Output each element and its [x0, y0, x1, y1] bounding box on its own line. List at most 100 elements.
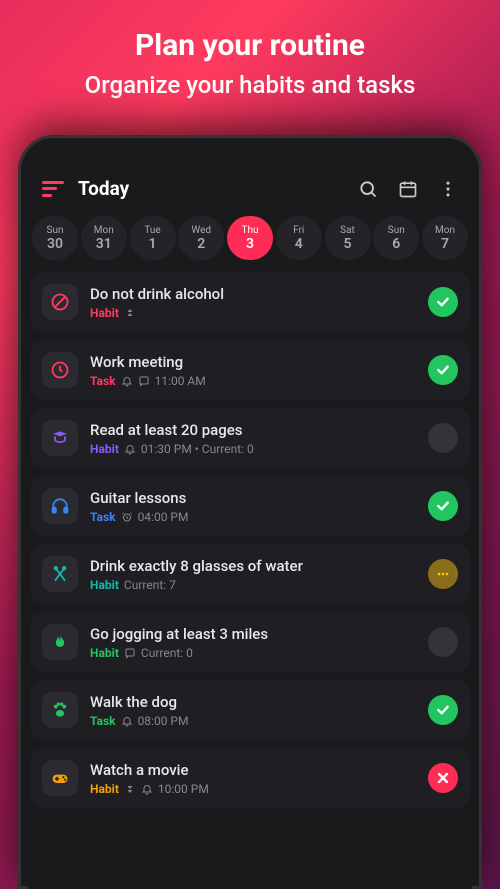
item-meta-text: Current: 7 [124, 578, 176, 592]
item-type-label: Habit [90, 442, 119, 456]
item-body: Work meeting Task11:00 AM [90, 353, 428, 388]
item-type-label: Habit [90, 578, 119, 592]
search-icon[interactable] [358, 179, 378, 199]
item-meta: Habit Current: 0 [90, 646, 428, 660]
forbidden-icon [42, 284, 78, 320]
list-item[interactable]: Walk the dog Task 08:00 PM [30, 680, 470, 740]
item-body: Read at least 20 pages Habit 01:30 PM • Cu… [90, 421, 428, 456]
date-cell[interactable]: Fri4 [276, 216, 322, 260]
item-meta-text: 11:00 AM [155, 374, 206, 388]
status-badge[interactable] [428, 559, 458, 589]
date-cell[interactable]: Sun30 [32, 216, 78, 260]
item-title: Walk the dog [90, 693, 428, 711]
date-num: 7 [441, 236, 449, 252]
date-cell[interactable]: Mon7 [422, 216, 468, 260]
item-title: Do not drink alcohol [90, 285, 428, 303]
item-title: Read at least 20 pages [90, 421, 428, 439]
date-cell[interactable]: Sun6 [373, 216, 419, 260]
page-title: Today [78, 177, 129, 200]
item-meta: Habit 01:30 PM • Current: 0 [90, 442, 428, 456]
promo-subtitle: Organize your habits and tasks [0, 71, 500, 99]
date-cell[interactable]: Sat5 [325, 216, 371, 260]
date-dow: Sat [340, 225, 355, 236]
status-badge[interactable] [428, 491, 458, 521]
status-badge[interactable] [428, 695, 458, 725]
item-meta-text: Current: 0 [141, 646, 193, 660]
more-icon[interactable] [438, 179, 458, 199]
clock-icon [42, 352, 78, 388]
item-meta-text: 08:00 PM [138, 714, 189, 728]
headphones-icon [42, 488, 78, 524]
paw-icon [42, 692, 78, 728]
item-meta: Habit Current: 7 [90, 578, 428, 592]
list-item[interactable]: Read at least 20 pages Habit 01:30 PM • Cu… [30, 408, 470, 468]
date-num: 3 [246, 236, 254, 252]
list-item[interactable]: Do not drink alcohol Habit [30, 272, 470, 332]
item-meta: Task11:00 AM [90, 374, 428, 388]
item-title: Guitar lessons [90, 489, 428, 507]
bell-icon [124, 443, 136, 455]
item-meta-text: 04:00 PM [138, 510, 189, 524]
date-dow: Wed [191, 225, 211, 236]
item-title: Go jogging at least 3 miles [90, 625, 428, 643]
item-body: Do not drink alcohol Habit [90, 285, 428, 320]
calendar-icon[interactable] [398, 179, 418, 199]
date-num: 30 [47, 236, 63, 252]
item-type-label: Habit [90, 306, 119, 320]
date-cell[interactable]: Mon31 [81, 216, 127, 260]
item-type-label: Habit [90, 646, 119, 660]
item-body: Walk the dog Task 08:00 PM [90, 693, 428, 728]
status-badge[interactable] [428, 287, 458, 317]
item-type-label: Habit [90, 782, 119, 796]
list-item[interactable]: Go jogging at least 3 miles Habit Current:… [30, 612, 470, 672]
date-num: 5 [344, 236, 352, 252]
item-body: Drink exactly 8 glasses of water Habit Cur… [90, 557, 428, 592]
list-item[interactable]: Guitar lessons Task 04:00 PM [30, 476, 470, 536]
date-num: 2 [197, 236, 205, 252]
item-title: Work meeting [90, 353, 428, 371]
date-cell[interactable]: Wed2 [178, 216, 224, 260]
menu-icon[interactable] [42, 181, 64, 197]
phone-frame: Today Sun30Mon31Tue1Wed2Thu3Fri4Sat5Sun6… [18, 135, 482, 889]
gamepad-icon [42, 760, 78, 796]
item-body: Watch a movie Habit 10:00 PM [90, 761, 428, 796]
item-type-label: Task [90, 714, 116, 728]
status-badge[interactable] [428, 763, 458, 793]
item-type-label: Task [90, 510, 116, 524]
status-badge[interactable] [428, 627, 458, 657]
priority-icon [124, 307, 136, 319]
bell-icon [121, 715, 133, 727]
list-item[interactable]: Work meeting Task11:00 AM [30, 340, 470, 400]
status-badge[interactable] [428, 423, 458, 453]
date-dow: Fri [293, 225, 304, 236]
date-cell[interactable]: Tue1 [130, 216, 176, 260]
list-item[interactable]: Watch a movie Habit 10:00 PM [30, 748, 470, 808]
item-meta-text: 10:00 PM [158, 782, 209, 796]
alarm-icon [121, 511, 133, 523]
note-icon [124, 647, 136, 659]
habit-list: Do not drink alcohol Habit Work meeting Tas… [28, 272, 472, 808]
item-body: Go jogging at least 3 miles Habit Current:… [90, 625, 428, 660]
date-dow: Mon [435, 225, 455, 236]
item-title: Watch a movie [90, 761, 428, 779]
list-item[interactable]: Drink exactly 8 glasses of water Habit Cur… [30, 544, 470, 604]
item-meta: Task 08:00 PM [90, 714, 428, 728]
note-icon [138, 375, 150, 387]
date-dow: Mon [94, 225, 114, 236]
app-header: Today [28, 171, 472, 210]
cutlery-icon [42, 556, 78, 592]
date-dow: Sun [388, 225, 405, 236]
item-meta: Habit 10:00 PM [90, 782, 428, 796]
item-meta-text: 01:30 PM • Current: 0 [141, 442, 254, 456]
status-badge[interactable] [428, 355, 458, 385]
item-title: Drink exactly 8 glasses of water [90, 557, 428, 575]
flame-icon [42, 624, 78, 660]
date-dow: Sun [47, 225, 64, 236]
date-num: 31 [96, 236, 112, 252]
date-dow: Thu [242, 225, 259, 236]
bell-icon [121, 375, 133, 387]
priority-down-icon [124, 783, 136, 795]
promo-title: Plan your routine [0, 28, 500, 63]
date-cell[interactable]: Thu3 [227, 216, 273, 260]
item-meta: Habit [90, 306, 428, 320]
